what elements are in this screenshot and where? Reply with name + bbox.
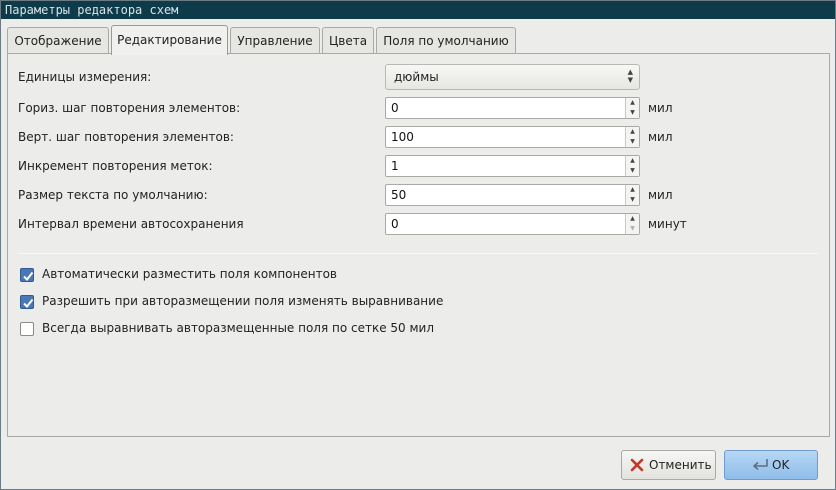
units-value: дюймы (394, 70, 439, 84)
cancel-button[interactable]: Отменить (621, 450, 716, 480)
return-arrow-icon (753, 459, 768, 471)
window-title: Параметры редактора схем (1, 1, 835, 19)
v-repeat-value: 100 (391, 130, 414, 144)
tab-editing[interactable]: Редактирование (111, 25, 228, 55)
spin-up-icon[interactable]: ▲ (626, 127, 639, 137)
spin-down-icon: ▼ (630, 225, 635, 232)
spin-up-icon[interactable]: ▲ (626, 185, 639, 195)
units-combobox[interactable]: дюймы ▲ ▼ (385, 64, 640, 90)
checkbox-autoplace[interactable] (20, 268, 34, 282)
tab-default-fields[interactable]: Поля по умолчанию (376, 27, 516, 53)
spin-up-icon[interactable]: ▲ (626, 214, 639, 224)
checkmark-icon (23, 271, 34, 282)
autosave-value: 0 (391, 217, 399, 231)
label-increment-value: 1 (391, 159, 399, 173)
spin-down-icon[interactable]: ▼ (626, 108, 639, 118)
autosave-unit: минут (648, 217, 687, 231)
separator (18, 253, 818, 254)
autosave-label: Интервал времени автосохранения (18, 217, 244, 231)
checkbox-allow-justify-label[interactable]: Разрешить при авторазмещении поля изменя… (42, 294, 443, 308)
h-repeat-unit: мил (648, 101, 673, 115)
combo-arrows-icon: ▲ ▼ (627, 68, 633, 84)
preferences-dialog: Параметры редактора схем Отображение Ред… (0, 0, 836, 490)
spin-up-icon[interactable]: ▲ (626, 156, 639, 166)
h-repeat-label: Гориз. шаг повторения элементов: (18, 101, 241, 115)
v-repeat-label: Верт. шаг повторения элементов: (18, 130, 234, 144)
text-size-spinbox[interactable]: 50 ▲ ▼ (385, 184, 640, 206)
checkbox-align-grid-label[interactable]: Всегда выравнивать авторазмещенные поля … (42, 321, 434, 335)
label-increment-spinbox[interactable]: 1 ▲ ▼ (385, 155, 640, 177)
label-increment-label: Инкремент повторения меток: (18, 159, 213, 173)
autosave-spinbox[interactable]: 0 ▲ ▼ (385, 213, 640, 235)
units-label: Единицы измерения: (18, 70, 152, 84)
h-repeat-value: 0 (391, 101, 399, 115)
cancel-button-label: Отменить (649, 458, 712, 472)
tab-control[interactable]: Управление (230, 27, 320, 53)
ok-button-label: OK (772, 458, 790, 472)
tab-colors[interactable]: Цвета (322, 27, 374, 53)
spin-up-icon[interactable]: ▲ (626, 98, 639, 108)
ok-button[interactable]: OK (724, 450, 818, 480)
spin-down-icon[interactable]: ▼ (626, 166, 639, 176)
h-repeat-spinbox[interactable]: 0 ▲ ▼ (385, 97, 640, 119)
checkbox-autoplace-label[interactable]: Автоматически разместить поля компоненто… (42, 267, 337, 281)
checkbox-allow-justify[interactable] (20, 295, 34, 309)
checkbox-align-grid[interactable] (20, 322, 34, 336)
editing-panel: Единицы измерения: дюймы ▲ ▼ Гориз. шаг п… (7, 53, 830, 437)
text-size-label: Размер текста по умолчанию: (18, 188, 208, 202)
v-repeat-spinbox[interactable]: 100 ▲ ▼ (385, 126, 640, 148)
text-size-unit: мил (648, 188, 673, 202)
checkmark-icon (23, 298, 34, 309)
text-size-value: 50 (391, 188, 407, 202)
red-x-icon (630, 458, 644, 472)
tab-display[interactable]: Отображение (7, 27, 109, 53)
spin-down-icon[interactable]: ▼ (626, 137, 639, 147)
spin-down-icon[interactable]: ▼ (626, 195, 639, 205)
v-repeat-unit: мил (648, 130, 673, 144)
